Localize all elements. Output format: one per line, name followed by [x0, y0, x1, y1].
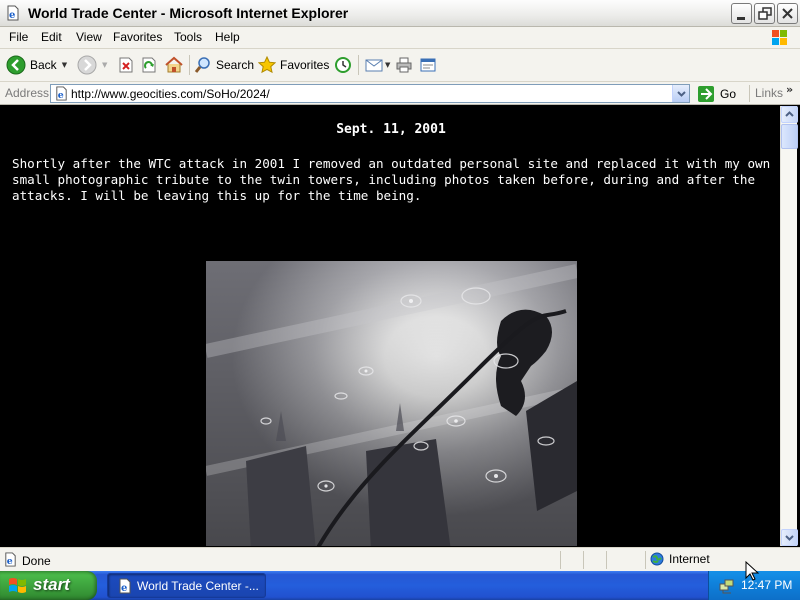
network-icon[interactable]	[719, 578, 735, 594]
edit-button[interactable]	[419, 54, 437, 76]
go-arrow-icon	[698, 85, 714, 102]
menu-favorites[interactable]: Favorites	[110, 30, 165, 44]
search-label: Search	[216, 58, 255, 72]
home-button[interactable]	[164, 54, 184, 76]
windows-logo-icon	[772, 30, 787, 45]
security-zone: Internet	[650, 552, 710, 566]
restore-button[interactable]	[754, 3, 775, 24]
edit-page-icon	[420, 58, 436, 72]
refresh-button[interactable]	[140, 54, 158, 76]
printer-icon	[396, 57, 412, 73]
ie-page-icon: e	[119, 578, 131, 594]
history-icon	[335, 57, 351, 73]
ie-page-icon: e	[5, 552, 16, 567]
forward-arrow-icon	[77, 55, 97, 75]
star-icon	[258, 56, 276, 74]
mouse-cursor-icon	[745, 561, 759, 581]
page-content: Sept. 11, 2001 Shortly after the WTC att…	[2, 106, 780, 546]
address-box[interactable]: e	[50, 84, 690, 103]
globe-icon	[650, 552, 664, 566]
ie-page-icon: e	[56, 86, 67, 101]
svg-text:e: e	[58, 90, 64, 101]
links-toolbar[interactable]: Links	[755, 86, 783, 100]
title-bar: e World Trade Center - Microsoft Interne…	[0, 0, 800, 27]
scroll-up-button[interactable]	[781, 106, 798, 123]
page-heading: Sept. 11, 2001	[336, 122, 446, 137]
history-button[interactable]	[334, 54, 352, 76]
address-input[interactable]	[71, 86, 671, 102]
start-button[interactable]: start	[0, 571, 97, 600]
taskbar-item-ie-window[interactable]: e World Trade Center -...	[107, 573, 266, 598]
address-dropdown-button[interactable]	[672, 85, 689, 102]
chevron-up-icon	[785, 111, 794, 117]
vertical-scrollbar[interactable]	[780, 106, 798, 546]
start-label: start	[33, 575, 70, 594]
favorites-label: Favorites	[280, 58, 330, 72]
menu-file[interactable]: File	[6, 30, 31, 44]
svg-text:e: e	[121, 583, 127, 594]
scroll-thumb[interactable]	[781, 124, 798, 149]
close-button[interactable]	[777, 3, 798, 24]
minimize-icon	[737, 17, 745, 20]
back-arrow-icon	[6, 55, 26, 75]
back-label: Back	[30, 58, 57, 72]
status-text: Done	[22, 554, 51, 568]
back-dropdown-icon[interactable]: ▼	[62, 61, 67, 69]
twin-towers-reflection-photo	[206, 261, 577, 546]
status-bar: e Done Internet	[0, 547, 800, 571]
taskbar-item-label: World Trade Center -...	[137, 579, 259, 593]
stop-button[interactable]	[117, 54, 135, 76]
page-paragraph: Shortly after the WTC attack in 2001 I r…	[12, 156, 771, 203]
chevron-down-icon	[677, 91, 686, 97]
mail-dropdown-icon[interactable]: ▼	[385, 61, 390, 69]
windows-flag-icon	[9, 578, 26, 593]
home-icon	[165, 56, 183, 73]
menu-bar: File Edit View Favorites Tools Help	[0, 27, 800, 49]
forward-dropdown-icon[interactable]: ▼	[102, 61, 107, 69]
mail-button[interactable]: ▼	[364, 54, 390, 76]
menu-help[interactable]: Help	[212, 30, 243, 44]
close-icon	[782, 8, 793, 19]
address-label: Address	[5, 86, 50, 100]
back-button[interactable]: Back ▼	[6, 54, 67, 76]
restore-icon	[758, 7, 772, 20]
menu-tools[interactable]: Tools	[171, 30, 205, 44]
forward-button[interactable]: ▼	[77, 54, 107, 76]
search-icon	[194, 57, 210, 73]
chevron-down-icon	[785, 535, 794, 541]
go-label: Go	[720, 86, 737, 101]
ie-page-icon: e	[7, 5, 19, 21]
scroll-down-button[interactable]	[781, 529, 798, 546]
favorites-button[interactable]: Favorites	[258, 54, 329, 76]
refresh-icon	[142, 57, 156, 73]
go-button[interactable]: Go	[697, 84, 736, 103]
window-title: World Trade Center - Microsoft Internet …	[28, 5, 349, 21]
address-bar: Address e Go Links »	[0, 82, 800, 105]
stop-icon	[119, 57, 133, 73]
standard-toolbar: Back ▼ ▼ Search Favorites ▼	[0, 49, 800, 82]
mail-icon	[365, 59, 383, 72]
print-button[interactable]	[395, 54, 413, 76]
menu-view[interactable]: View	[73, 30, 105, 44]
search-button[interactable]: Search	[194, 54, 254, 76]
svg-text:e: e	[9, 10, 15, 21]
svg-text:e: e	[7, 556, 13, 567]
chevron-right-icon[interactable]: »	[786, 83, 793, 96]
zone-label: Internet	[669, 552, 710, 566]
minimize-button[interactable]	[731, 3, 752, 24]
taskbar: start e World Trade Center -... 12:47 PM	[0, 571, 800, 600]
menu-edit[interactable]: Edit	[38, 30, 65, 44]
